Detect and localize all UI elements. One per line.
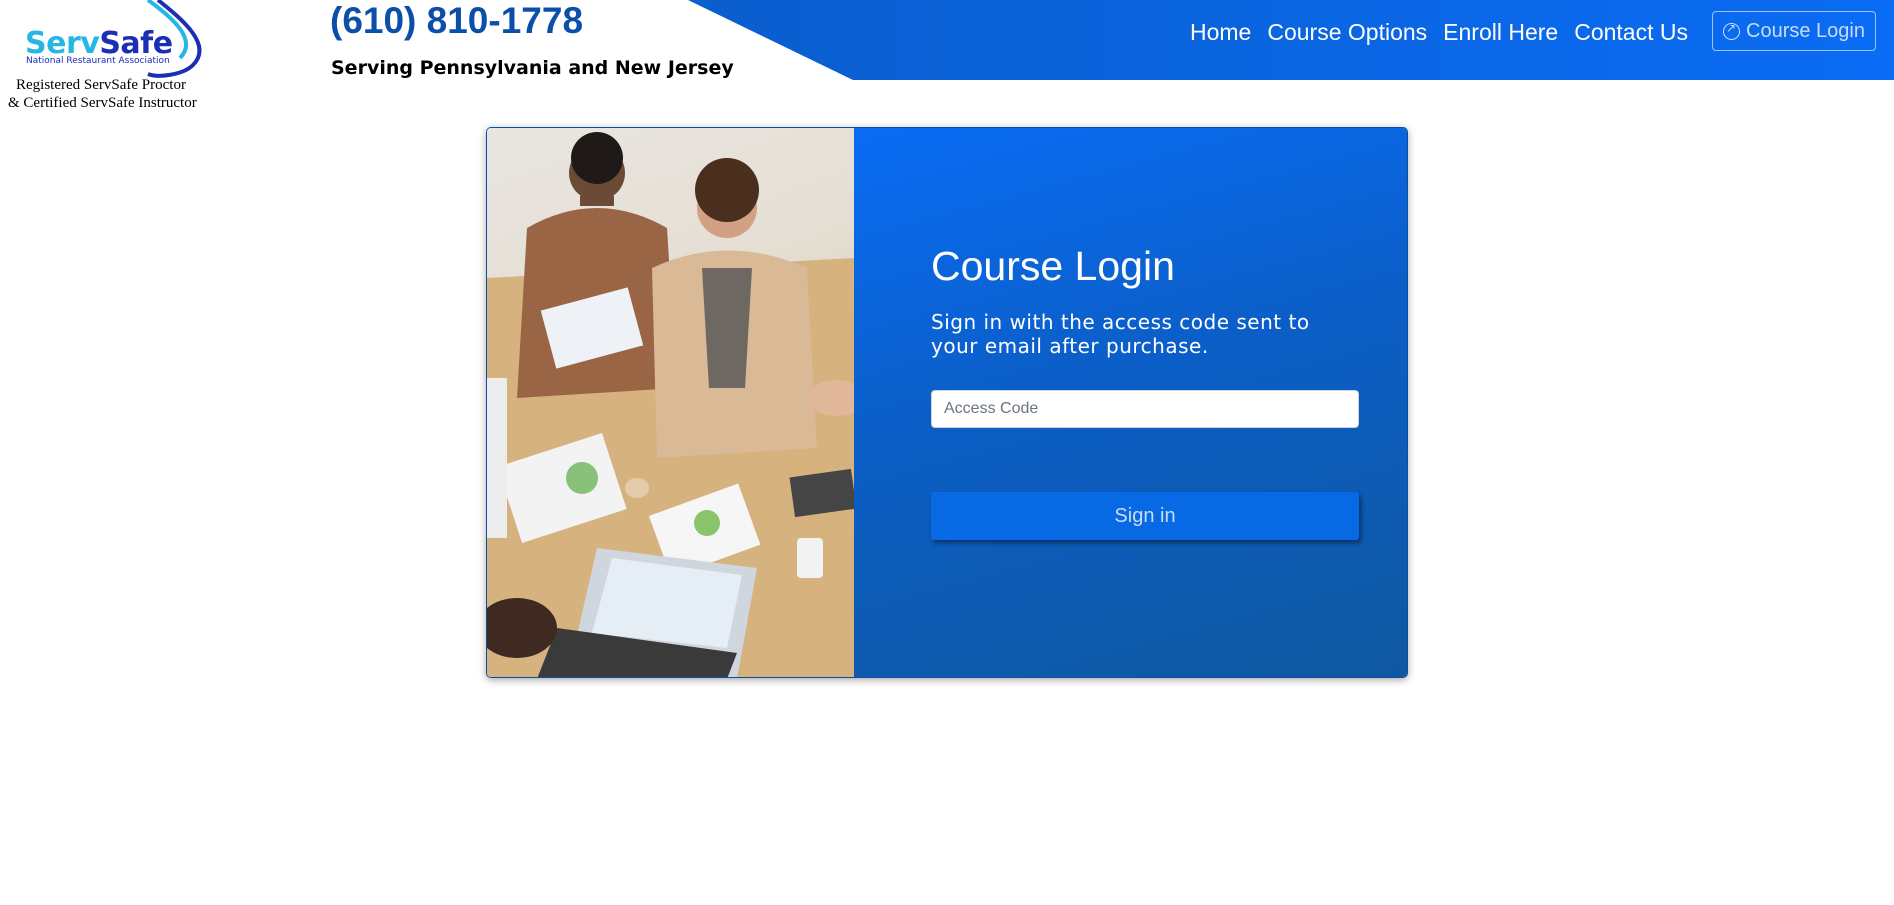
login-instructions: Sign in with the access code sent to you…: [931, 310, 1310, 358]
course-login-label: Course Login: [1746, 19, 1865, 42]
login-panel: Course Login Sign in with the access cod…: [854, 128, 1407, 677]
nav-enroll-here[interactable]: Enroll Here: [1443, 18, 1558, 46]
nav-home[interactable]: Home: [1190, 18, 1251, 46]
logo-caption-line1: Registered ServSafe Proctor: [16, 77, 186, 93]
phone-number[interactable]: (610) 810-1778: [330, 0, 583, 42]
logo-subtitle: National Restaurant Association: [26, 56, 170, 66]
meeting-illustration: [487, 132, 854, 677]
team-meeting-photo: [487, 128, 854, 677]
nav-course-options[interactable]: Course Options: [1267, 18, 1427, 46]
login-title: Course Login: [931, 243, 1175, 289]
nav-contact-us[interactable]: Contact Us: [1574, 18, 1688, 46]
service-area-tagline: Serving Pennsylvania and New Jersey: [331, 57, 734, 79]
logo-caption: Registered ServSafe Proctor & Certified …: [8, 76, 208, 112]
sign-in-button[interactable]: Sign in: [931, 492, 1359, 540]
main-nav: Home Course Options Enroll Here Contact …: [1190, 18, 1704, 46]
login-card: Course Login Sign in with the access cod…: [486, 127, 1408, 678]
access-code-input[interactable]: [931, 390, 1359, 428]
course-login-button[interactable]: Course Login: [1712, 11, 1876, 51]
logo-caption-line2: & Certified ServSafe Instructor: [8, 95, 197, 111]
arrow-up-right-circle-icon: [1723, 21, 1741, 40]
